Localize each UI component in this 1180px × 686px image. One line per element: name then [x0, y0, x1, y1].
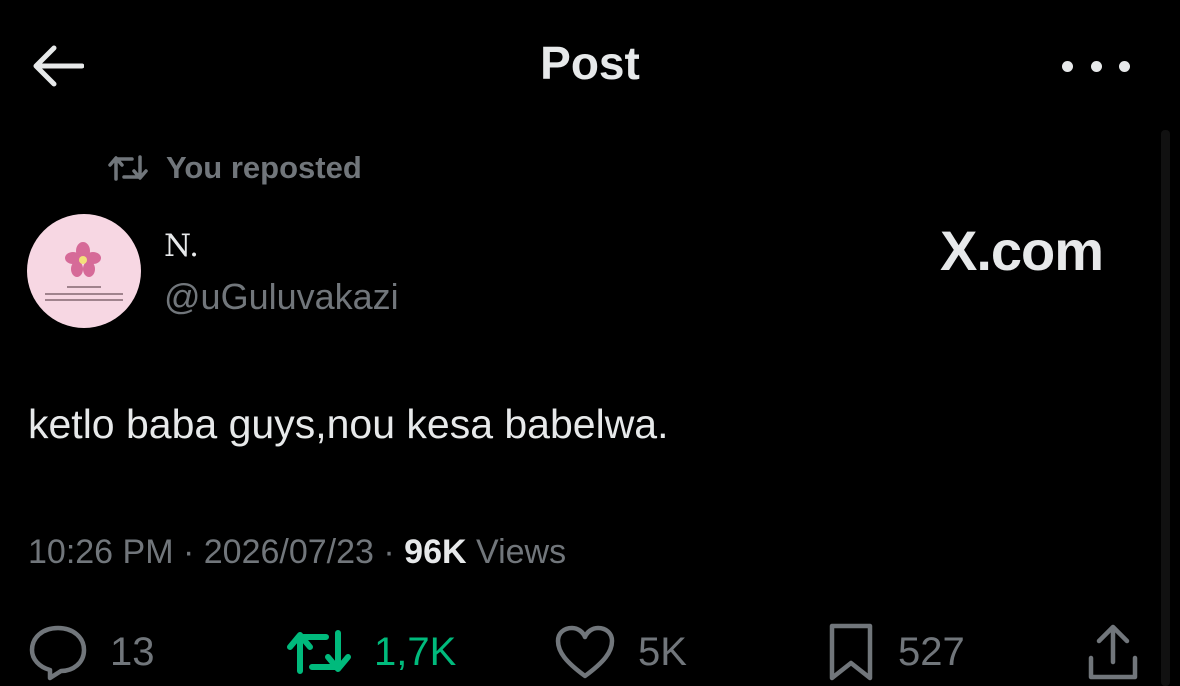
more-dot — [1119, 60, 1130, 72]
more-dots-icon — [1062, 60, 1073, 72]
avatar-caption-line — [45, 293, 123, 295]
flower-logo — [65, 242, 101, 277]
bookmark-count: 527 — [898, 629, 965, 674]
bookmark-icon — [829, 623, 873, 681]
like-count: 5K — [638, 629, 687, 674]
post-date: 2026/07/23 — [203, 533, 374, 571]
views-label[interactable]: Views — [476, 533, 566, 571]
author-name[interactable]: N. — [164, 228, 199, 264]
repost-count: 1,7K — [374, 629, 457, 674]
action-bar: 13 1,7K 5K 527 — [0, 618, 1180, 686]
brand-watermark: X.com — [940, 219, 1104, 282]
repost-icon — [108, 153, 148, 183]
meta-separator: · — [182, 533, 195, 571]
post-text: ketlo baba guys,nou kesa babelwa. — [28, 401, 669, 447]
reply-button[interactable]: 13 — [28, 618, 155, 686]
repost-button[interactable]: 1,7K — [286, 618, 456, 686]
share-button[interactable] — [1086, 618, 1140, 686]
share-icon — [1088, 624, 1138, 680]
repost-notice-label: You reposted — [166, 150, 362, 185]
repost-icon — [287, 630, 351, 674]
post-time: 10:26 PM — [28, 533, 174, 571]
top-bar: Post — [0, 0, 1180, 130]
more-options-button[interactable] — [1062, 52, 1130, 80]
post-meta: 10:26 PM · 2026/07/23 · 96K Views — [28, 533, 566, 572]
scrollbar[interactable] — [1161, 130, 1170, 686]
more-dot — [1090, 60, 1102, 72]
heart-icon — [555, 625, 615, 679]
reply-icon — [29, 625, 87, 681]
bookmark-button[interactable]: 527 — [826, 618, 965, 686]
like-button[interactable]: 5K — [554, 618, 687, 686]
reply-count: 13 — [110, 629, 155, 674]
avatar-caption-line — [45, 299, 123, 301]
repost-notice[interactable]: You reposted — [108, 148, 362, 188]
avatar-caption-line — [67, 286, 101, 288]
avatar[interactable] — [27, 214, 141, 328]
page-title: Post — [540, 37, 640, 89]
meta-separator: · — [383, 533, 395, 571]
author-handle[interactable]: @uGuluvakazi — [164, 276, 399, 318]
views-count[interactable]: 96K — [404, 533, 466, 571]
